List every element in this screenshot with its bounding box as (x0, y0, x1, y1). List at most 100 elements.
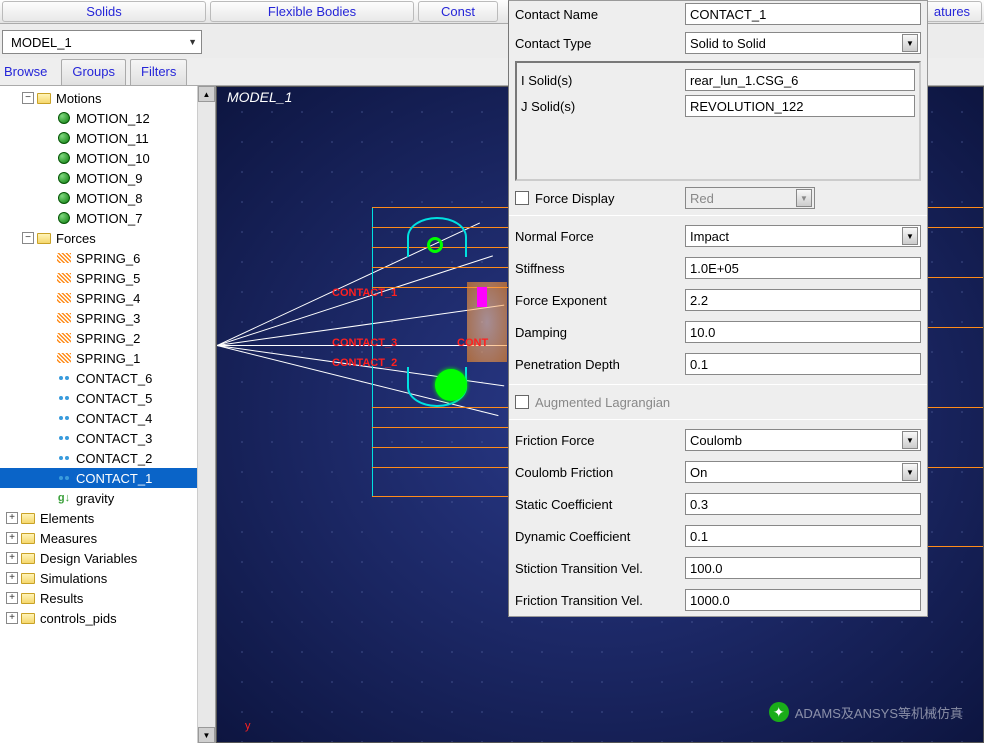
tree-node-forces[interactable]: −Forces (0, 228, 215, 248)
field-value: 1.0E+05 (690, 261, 739, 276)
expand-icon[interactable]: + (6, 592, 18, 604)
tree-node-spring[interactable]: SPRING_3 (0, 308, 215, 328)
tree-label: MOTION_11 (74, 131, 151, 146)
collapse-icon[interactable]: − (22, 232, 34, 244)
tree-node-measures[interactable]: + Measures (0, 528, 215, 548)
tree-node-simulations[interactable]: +Simulations (0, 568, 215, 588)
i-solid-label: I Solid(s) (521, 73, 685, 88)
tree-node-motion[interactable]: MOTION_11 (0, 128, 215, 148)
tree-node-gravity[interactable]: g↓gravity (0, 488, 215, 508)
expand-icon[interactable]: + (6, 512, 18, 524)
tree-node-results[interactable]: + Results (0, 588, 215, 608)
tab-filters[interactable]: Filters (130, 59, 187, 85)
expand-icon[interactable]: + (6, 532, 18, 544)
tree-node-contact[interactable]: CONTACT_5 (0, 388, 215, 408)
contact-icon (57, 393, 71, 403)
solids-label: Solids (86, 4, 121, 19)
penetration-field[interactable]: 0.1 (685, 353, 921, 375)
force-exponent-field[interactable]: 2.2 (685, 289, 921, 311)
contact-name-field[interactable]: CONTACT_1 (685, 3, 921, 25)
tree-node-elements[interactable]: + Elements (0, 508, 215, 528)
tree-node-spring[interactable]: SPRING_5 (0, 268, 215, 288)
tree-node-motion[interactable]: MOTION_12 (0, 108, 215, 128)
tree-node-spring[interactable]: SPRING_1 (0, 348, 215, 368)
tree-node-contact[interactable]: CONTACT_3 (0, 428, 215, 448)
spring-icon (57, 313, 71, 323)
static-coef-label: Static Coefficient (515, 497, 685, 512)
stiffness-field[interactable]: 1.0E+05 (685, 257, 921, 279)
coulomb-friction-label: Coulomb Friction (515, 465, 685, 480)
contact-icon (57, 373, 71, 383)
field-value: CONTACT_1 (690, 7, 766, 22)
tab-browse[interactable]: Browse (0, 60, 57, 85)
contact-icon (57, 473, 71, 483)
static-coef-field[interactable]: 0.3 (685, 493, 921, 515)
collapse-icon[interactable]: − (22, 92, 34, 104)
folder-icon (21, 553, 35, 564)
scroll-down-icon[interactable]: ▼ (198, 727, 215, 743)
constraints-tab[interactable]: Const (418, 1, 498, 22)
expand-icon[interactable]: + (6, 612, 18, 624)
model-select-value: MODEL_1 (11, 35, 72, 50)
stiction-vel-field[interactable]: 100.0 (685, 557, 921, 579)
tree-label: Design Variables (38, 551, 139, 566)
tab-groups[interactable]: Groups (61, 59, 126, 85)
expand-icon[interactable]: + (6, 572, 18, 584)
dynamic-coef-field[interactable]: 0.1 (685, 525, 921, 547)
tree-node-spring[interactable]: SPRING_6 (0, 248, 215, 268)
tree-node-contact-selected[interactable]: CONTACT_1 (0, 468, 215, 488)
tree-label: Measures (38, 531, 99, 546)
normal-force-select[interactable]: Impact▼ (685, 225, 921, 247)
i-solid-field[interactable]: rear_lun_1.CSG_6 (685, 69, 915, 91)
chevron-down-icon: ▼ (796, 189, 812, 207)
tree-label: Elements (38, 511, 96, 526)
contact-name-label: Contact Name (515, 7, 685, 22)
field-value: 0.1 (690, 357, 708, 372)
tree-label: CONTACT_5 (74, 391, 154, 406)
flexible-label: Flexible Bodies (268, 4, 356, 19)
field-value: 10.0 (690, 325, 715, 340)
tree-node-contact[interactable]: CONTACT_4 (0, 408, 215, 428)
viewport-marker-icon (477, 287, 487, 307)
expand-icon[interactable]: + (6, 552, 18, 564)
tree-node-motion[interactable]: MOTION_8 (0, 188, 215, 208)
tree-label: CONTACT_3 (74, 431, 154, 446)
force-display-checkbox[interactable] (515, 191, 529, 205)
tree-node-controls-pids[interactable]: +controls_pids (0, 608, 215, 628)
viewport-label: CONTACT_3 (332, 337, 397, 349)
features-tab[interactable]: atures (922, 1, 982, 22)
tree-node-motion[interactable]: MOTION_7 (0, 208, 215, 228)
aug-lagrangian-label: Augmented Lagrangian (535, 395, 705, 410)
tree-node-contact[interactable]: CONTACT_2 (0, 448, 215, 468)
scroll-up-icon[interactable]: ▲ (198, 86, 215, 102)
select-value: Red (690, 191, 714, 206)
solids-tab[interactable]: Solids (2, 1, 206, 22)
model-select[interactable]: MODEL_1 ▼ (2, 30, 202, 54)
coulomb-friction-select[interactable]: On▼ (685, 461, 921, 483)
friction-force-select[interactable]: Coulomb▼ (685, 429, 921, 451)
tree-label: Results (38, 591, 85, 606)
contact-type-select[interactable]: Solid to Solid▼ (685, 32, 921, 54)
friction-vel-field[interactable]: 1000.0 (685, 589, 921, 611)
gravity-icon: g↓ (56, 491, 72, 505)
tree-node-motion[interactable]: MOTION_10 (0, 148, 215, 168)
tree-label: MOTION_8 (74, 191, 144, 206)
dynamic-coef-label: Dynamic Coefficient (515, 529, 685, 544)
tree-node-motions[interactable]: −Motions (0, 88, 215, 108)
tree-node-spring[interactable]: SPRING_2 (0, 328, 215, 348)
tree-node-spring[interactable]: SPRING_4 (0, 288, 215, 308)
j-solid-label: J Solid(s) (521, 99, 685, 114)
tree-node-contact[interactable]: CONTACT_6 (0, 368, 215, 388)
aug-lagrangian-checkbox[interactable] (515, 395, 529, 409)
folder-icon (21, 593, 35, 604)
tree-node-motion[interactable]: MOTION_9 (0, 168, 215, 188)
viewport-mesh-icon (467, 282, 507, 362)
tree-scrollbar[interactable]: ▲ ▼ (197, 86, 215, 743)
j-solid-field[interactable]: REVOLUTION_122 (685, 95, 915, 117)
damping-field[interactable]: 10.0 (685, 321, 921, 343)
tree-label: CONTACT_6 (74, 371, 154, 386)
tree-node-design-vars[interactable]: + Design Variables (0, 548, 215, 568)
tree-label: MOTION_9 (74, 171, 144, 186)
model-tree[interactable]: −Motions MOTION_12 MOTION_11 MOTION_10 M… (0, 86, 216, 743)
flexible-bodies-tab[interactable]: Flexible Bodies (210, 1, 414, 22)
